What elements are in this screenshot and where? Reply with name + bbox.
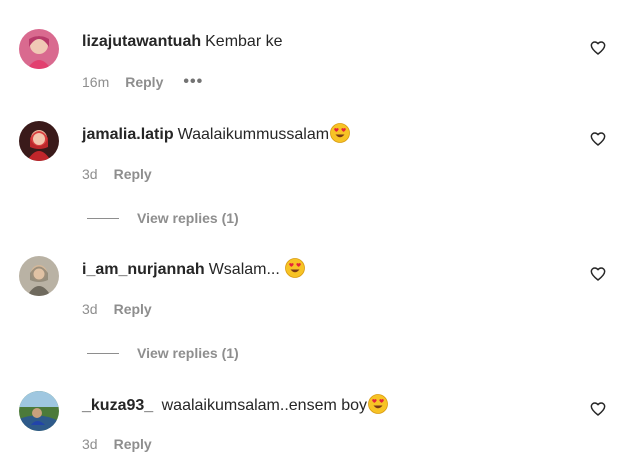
comment-body: Waalaikummussalam xyxy=(177,126,330,143)
reply-button[interactable]: Reply xyxy=(114,165,152,183)
more-options-icon[interactable]: ••• xyxy=(183,73,203,91)
comment-username[interactable]: _kuza93_ xyxy=(82,397,153,414)
avatar[interactable] xyxy=(19,256,59,296)
view-replies-label: View replies (1) xyxy=(137,345,239,361)
comment-timestamp[interactable]: 3d xyxy=(82,300,98,318)
divider-line xyxy=(87,352,119,354)
heart-eyes-emoji-icon xyxy=(368,394,388,414)
comment-meta: 3d Reply xyxy=(82,165,152,183)
view-replies-button[interactable]: View replies (1) xyxy=(87,209,239,227)
reply-button[interactable]: Reply xyxy=(125,73,163,91)
avatar[interactable] xyxy=(19,121,59,161)
comment-username[interactable]: lizajutawantuah xyxy=(82,33,201,50)
comment-timestamp[interactable]: 3d xyxy=(82,435,98,453)
heart-outline-icon[interactable] xyxy=(590,40,606,56)
comment-text-line: i_am_nurjannah Wsalam... xyxy=(82,258,306,280)
comment-text-line: lizajutawantuah Kembar ke xyxy=(82,32,283,52)
view-replies-label: View replies (1) xyxy=(137,210,239,226)
comment-meta: 16m Reply ••• xyxy=(82,73,203,91)
comment-meta: 3d Reply xyxy=(82,435,152,453)
heart-outline-icon[interactable] xyxy=(590,401,606,417)
reply-button[interactable]: Reply xyxy=(114,300,152,318)
comment-timestamp[interactable]: 16m xyxy=(82,73,109,91)
heart-outline-icon[interactable] xyxy=(590,131,606,147)
comment-timestamp[interactable]: 3d xyxy=(82,165,98,183)
comment-text-line: jamalia.latip Waalaikummussalam xyxy=(82,123,350,145)
comment-body: Kembar ke xyxy=(205,33,283,50)
avatar[interactable] xyxy=(19,391,59,431)
comment-meta: 3d Reply xyxy=(82,300,152,318)
comment-text-line: _kuza93_ waalaikumsalam..ensem boy xyxy=(82,394,388,416)
comment-username[interactable]: i_am_nurjannah xyxy=(82,261,205,278)
comment-username[interactable]: jamalia.latip xyxy=(82,126,174,143)
heart-eyes-emoji-icon xyxy=(330,123,350,143)
divider-line xyxy=(87,217,119,219)
comment-body: waalaikumsalam..ensem boy xyxy=(157,397,368,414)
heart-outline-icon[interactable] xyxy=(590,266,606,282)
view-replies-button[interactable]: View replies (1) xyxy=(87,344,239,362)
comment-body: Wsalam... xyxy=(208,261,285,278)
heart-eyes-emoji-icon xyxy=(285,258,306,278)
avatar[interactable] xyxy=(19,29,59,69)
reply-button[interactable]: Reply xyxy=(114,435,152,453)
